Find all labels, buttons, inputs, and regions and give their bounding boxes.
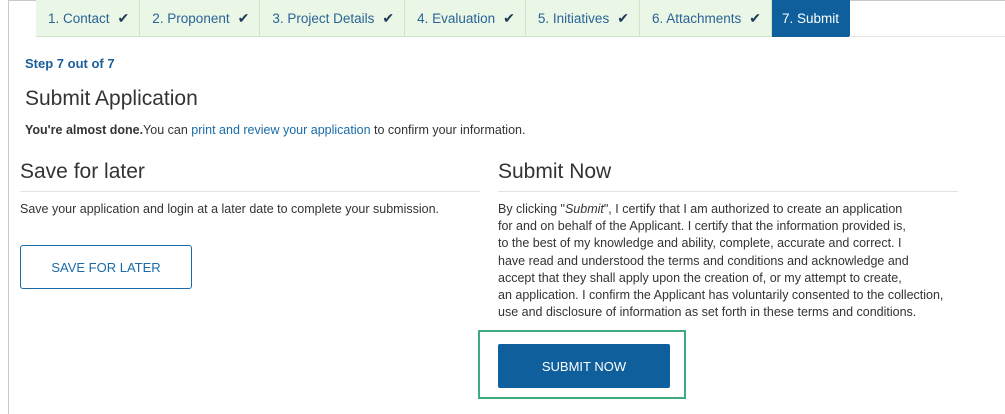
wizard-tabs: 1. Contact ✔ 2. Proponent ✔ 3. Project D…	[36, 0, 851, 37]
save-later-text: Save your application and login at a lat…	[20, 202, 439, 216]
cert-line: use and disclosure of information as set…	[498, 305, 917, 320]
submit-now-heading: Submit Now	[498, 160, 612, 183]
certification-text: By clicking "Submit", I certify that I a…	[498, 201, 998, 321]
submit-now-button[interactable]: SUBMIT NOW	[498, 344, 670, 388]
tab-label: 5. Initiatives	[537, 10, 610, 26]
save-divider	[20, 191, 480, 192]
checkmark-icon: ✔	[617, 9, 629, 26]
checkmark-icon: ✔	[237, 9, 250, 26]
tab-label: 7. Submit	[781, 10, 840, 26]
tab-label: 6. Attachments	[651, 10, 742, 26]
tab-label: 2. Proponent	[152, 10, 230, 26]
save-for-later-button[interactable]: SAVE FOR LATER	[20, 245, 192, 289]
tab-label: 4. Evaluation	[417, 10, 496, 26]
cert-line: By clicking "Submit", I certify that I a…	[498, 201, 998, 218]
tab-proponent[interactable]: 2. Proponent ✔	[140, 0, 261, 37]
intro-after-link: to confirm your information.	[370, 123, 526, 137]
tab-project-details[interactable]: 3. Project Details ✔	[260, 0, 406, 37]
cert-prefix: By clicking "	[498, 202, 565, 216]
intro-before-link: You can	[143, 123, 192, 137]
checkmark-icon: ✔	[503, 9, 515, 26]
print-review-link[interactable]: print and review your application	[191, 123, 370, 137]
tab-submit[interactable]: 7. Submit	[771, 0, 851, 37]
cert-line: have read and understood the terms and c…	[498, 253, 909, 268]
page-title: Submit Application	[25, 87, 198, 110]
save-later-heading: Save for later	[20, 160, 145, 183]
tab-contact[interactable]: 1. Contact ✔	[36, 0, 141, 37]
cert-emphasis: Submit	[564, 202, 604, 216]
cert-line: for and on behalf of the Applicant. I ce…	[498, 219, 906, 234]
cert-line: accept that they shall apply upon the cr…	[498, 270, 902, 285]
tab-label: 1. Contact	[48, 10, 110, 26]
tabs-baseline	[849, 0, 1005, 37]
tab-attachments[interactable]: 6. Attachments ✔	[639, 0, 772, 37]
step-indicator: Step 7 out of 7	[25, 56, 115, 71]
checkmark-icon: ✔	[749, 9, 761, 26]
submit-divider	[498, 191, 958, 192]
tab-label: 3. Project Details	[272, 10, 375, 26]
cert-line: an application. I confirm the Applicant …	[498, 288, 944, 303]
cert-line1-rest: ", I certify that I am authorized to cre…	[603, 202, 903, 216]
tab-evaluation[interactable]: 4. Evaluation ✔	[405, 0, 526, 37]
tab-initiatives[interactable]: 5. Initiatives ✔	[525, 0, 640, 37]
checkmark-icon: ✔	[382, 9, 395, 26]
intro-text: You're almost done.You can print and rev…	[25, 123, 525, 137]
cert-line: to the best of my knowledge and ability,…	[498, 236, 902, 251]
checkmark-icon: ✔	[117, 9, 130, 26]
intro-bold: You're almost done.	[25, 123, 144, 137]
